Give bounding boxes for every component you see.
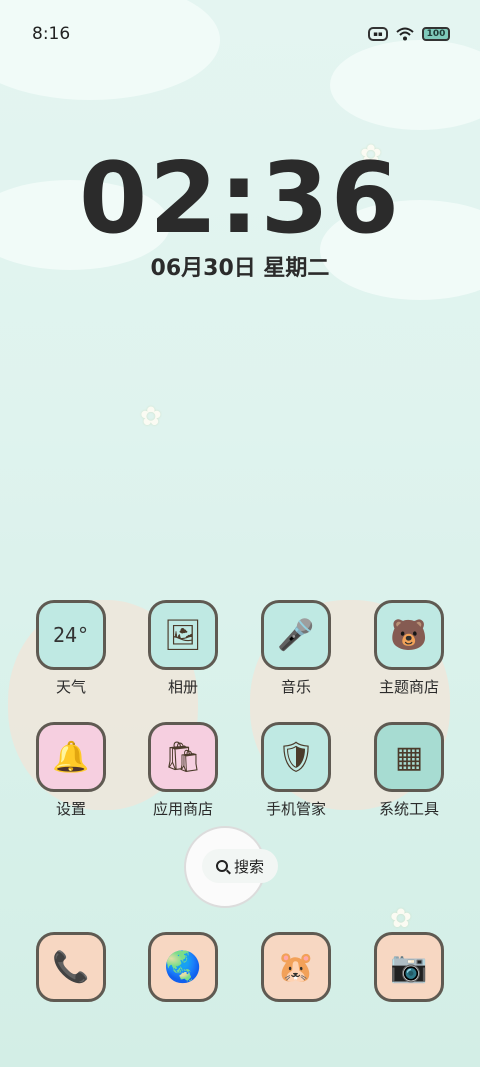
dock-gallery[interactable]: 🐹	[241, 932, 351, 1002]
dock-browser[interactable]: 🌏	[128, 932, 238, 1002]
date-label: 06月30日 星期二	[150, 256, 330, 281]
app-store-icon: 🛍	[148, 722, 218, 792]
app-phone-manager[interactable]: 🛡 手机管家	[241, 722, 351, 819]
music-icon: 🎤	[261, 600, 331, 670]
notification-badge-icon: ▪▪	[368, 27, 388, 41]
theme-store-icon: 🐻	[374, 600, 444, 670]
app-album[interactable]: 🖼 相册	[128, 600, 238, 697]
settings-icon: 🔔	[36, 722, 106, 792]
search-icon	[215, 860, 228, 872]
app-label: 应用商店	[152, 800, 213, 818]
app-label: 主题商店	[378, 678, 439, 696]
app-music[interactable]: 🎤 音乐	[241, 600, 351, 697]
search-label: 搜索	[233, 857, 264, 876]
dock-camera[interactable]: 📷	[354, 932, 464, 1002]
battery-icon: 100	[422, 27, 450, 41]
app-label: 系统工具	[378, 800, 439, 818]
phone-manager-icon: 🛡	[261, 722, 331, 792]
dock-phone[interactable]: 📞	[16, 932, 126, 1002]
weather-icon: 24°	[36, 600, 106, 670]
status-time: 8:16	[32, 24, 71, 44]
camera-icon: 📷	[374, 932, 444, 1002]
app-label: 相册	[167, 678, 198, 696]
app-label: 手机管家	[265, 800, 326, 818]
system-tools-icon: ▦	[374, 722, 444, 792]
album-icon: 🖼	[148, 600, 218, 670]
app-weather[interactable]: 24° 天气	[16, 600, 126, 697]
clock-widget[interactable]: 02:36	[0, 142, 480, 256]
app-system-tools[interactable]: ▦ 系统工具	[354, 722, 464, 819]
status-bar: 8:16 ▪▪ 100	[32, 22, 450, 46]
gallery-icon: 🐹	[261, 932, 331, 1002]
phone-icon: 📞	[36, 932, 106, 1002]
app-label: 天气	[55, 678, 86, 696]
wifi-icon	[396, 27, 414, 41]
search-button[interactable]: 搜索	[202, 849, 278, 883]
app-label: 音乐	[280, 678, 311, 696]
app-theme-store[interactable]: 🐻 主题商店	[354, 600, 464, 697]
app-label: 设置	[55, 800, 86, 818]
app-settings[interactable]: 🔔 设置	[16, 722, 126, 819]
browser-icon: 🌏	[148, 932, 218, 1002]
app-app-store[interactable]: 🛍 应用商店	[128, 722, 238, 819]
battery-level: 100	[426, 29, 446, 39]
